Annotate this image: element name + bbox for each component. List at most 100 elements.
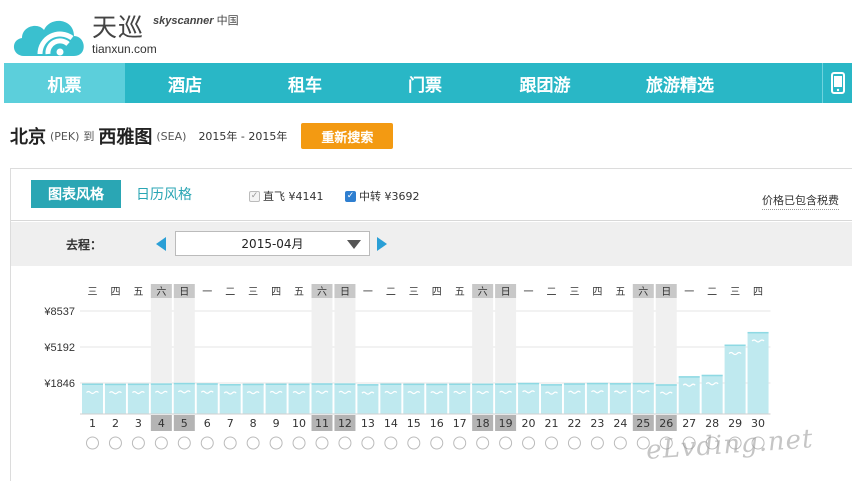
price-bar-top bbox=[173, 382, 195, 385]
price-bar[interactable] bbox=[563, 383, 585, 414]
price-bar[interactable] bbox=[265, 383, 287, 414]
price-bar[interactable] bbox=[127, 383, 149, 414]
day-radio[interactable] bbox=[154, 436, 168, 450]
day-radio[interactable] bbox=[223, 436, 237, 450]
day-label: 7 bbox=[227, 417, 234, 430]
nav-car-rental[interactable]: 租车 bbox=[245, 63, 365, 103]
price-bar-top bbox=[655, 384, 677, 386]
day-radio[interactable] bbox=[177, 436, 191, 450]
transfer-filter[interactable]: ✓ 中转 ¥3692 bbox=[345, 188, 420, 204]
day-radio[interactable] bbox=[131, 436, 145, 450]
mobile-phone-icon[interactable] bbox=[822, 63, 852, 103]
day-radio[interactable] bbox=[567, 436, 581, 450]
direct-checkbox[interactable]: ✓ bbox=[249, 190, 260, 202]
day-radio[interactable] bbox=[545, 436, 558, 450]
price-bar[interactable] bbox=[173, 382, 195, 414]
price-bar-top bbox=[724, 344, 746, 347]
day-radio[interactable] bbox=[246, 436, 260, 450]
y-tick-label: ¥1846 bbox=[43, 378, 75, 390]
price-bar[interactable] bbox=[449, 383, 471, 414]
day-label: 15 bbox=[407, 417, 421, 430]
day-radio[interactable] bbox=[453, 436, 467, 450]
price-bar[interactable] bbox=[150, 383, 172, 414]
price-bar-top bbox=[472, 383, 494, 386]
day-radio[interactable] bbox=[499, 436, 513, 450]
price-bar[interactable] bbox=[518, 382, 540, 414]
day-radio[interactable] bbox=[522, 436, 536, 450]
nav-group-tours[interactable]: 跟团游 bbox=[485, 63, 605, 103]
day-label: 14 bbox=[384, 417, 398, 430]
price-bar[interactable] bbox=[541, 384, 562, 414]
day-radio[interactable] bbox=[476, 436, 490, 450]
price-bar[interactable] bbox=[196, 383, 218, 414]
weekday-label: 六 bbox=[156, 286, 166, 298]
day-label: 11 bbox=[315, 417, 329, 430]
transfer-checkbox[interactable]: ✓ bbox=[345, 190, 356, 202]
price-bar[interactable] bbox=[678, 376, 700, 414]
price-bar[interactable] bbox=[380, 383, 402, 414]
next-month-arrow-icon[interactable] bbox=[377, 237, 387, 251]
day-label: 13 bbox=[361, 417, 375, 430]
price-bar[interactable] bbox=[242, 383, 264, 414]
day-radio[interactable] bbox=[315, 436, 329, 450]
price-bar[interactable] bbox=[104, 383, 126, 414]
cloud-wifi-logo-icon[interactable] bbox=[10, 10, 88, 58]
nav-flights[interactable]: 机票 bbox=[4, 63, 125, 103]
tab-calendar-view[interactable]: 日历风格 bbox=[136, 180, 192, 208]
price-bar[interactable] bbox=[632, 382, 654, 414]
day-radio[interactable] bbox=[384, 436, 398, 450]
day-radio[interactable] bbox=[407, 436, 421, 450]
price-bar[interactable] bbox=[357, 384, 379, 414]
day-radio[interactable] bbox=[200, 436, 214, 450]
weekday-label: 二 bbox=[547, 287, 557, 298]
price-bar[interactable] bbox=[288, 383, 310, 414]
day-label: 2 bbox=[112, 417, 119, 430]
day-radio[interactable] bbox=[108, 436, 122, 450]
day-radio[interactable] bbox=[590, 436, 604, 450]
tab-chart-view[interactable]: 图表风格 bbox=[31, 180, 121, 208]
day-radio[interactable] bbox=[269, 436, 283, 450]
partner-name: skyscanner bbox=[153, 15, 214, 27]
weekday-label: 四 bbox=[110, 287, 120, 298]
nav-tickets[interactable]: 门票 bbox=[365, 63, 485, 103]
price-bar[interactable] bbox=[655, 384, 677, 414]
weekday-label: 一 bbox=[524, 287, 534, 298]
day-label: 26 bbox=[659, 417, 673, 430]
price-bar-top bbox=[242, 383, 264, 386]
day-radio[interactable] bbox=[361, 436, 375, 450]
weekday-label: 日 bbox=[179, 287, 189, 298]
y-tick-label: ¥5192 bbox=[43, 342, 75, 354]
price-bar[interactable] bbox=[495, 383, 517, 414]
day-radio[interactable] bbox=[338, 436, 352, 450]
weekday-label: 五 bbox=[133, 287, 143, 298]
price-bar[interactable] bbox=[426, 383, 448, 414]
nav-travel-picks[interactable]: 旅游精选 bbox=[605, 63, 755, 103]
month-select[interactable]: 2015-04月 bbox=[175, 231, 370, 256]
nav-hotels[interactable]: 酒店 bbox=[125, 63, 245, 103]
price-bar[interactable] bbox=[701, 374, 723, 414]
price-bar[interactable] bbox=[403, 383, 425, 414]
price-bar[interactable] bbox=[334, 383, 356, 414]
day-radio[interactable] bbox=[292, 436, 306, 450]
day-label: 1 bbox=[89, 417, 96, 430]
day-radio[interactable] bbox=[613, 436, 627, 450]
price-bar[interactable] bbox=[472, 383, 494, 414]
day-radio[interactable] bbox=[430, 436, 444, 450]
weekday-label: 一 bbox=[363, 287, 373, 298]
price-bar[interactable] bbox=[747, 331, 769, 414]
day-label: 16 bbox=[430, 417, 444, 430]
research-button[interactable]: 重新搜索 bbox=[301, 123, 394, 149]
price-bar[interactable] bbox=[609, 383, 631, 414]
price-bar[interactable] bbox=[586, 382, 608, 414]
day-radio[interactable] bbox=[86, 436, 99, 450]
direct-filter[interactable]: ✓ 直飞 ¥4141 bbox=[249, 188, 324, 204]
chevron-down-icon bbox=[347, 240, 361, 249]
prev-month-arrow-icon[interactable] bbox=[156, 237, 166, 251]
weekday-label: 日 bbox=[501, 287, 511, 298]
price-bar-top bbox=[678, 376, 700, 378]
price-bar-top bbox=[265, 383, 287, 385]
price-bar[interactable] bbox=[82, 383, 103, 414]
price-bar[interactable] bbox=[311, 383, 333, 414]
price-bar[interactable] bbox=[219, 384, 241, 414]
weekday-label: 四 bbox=[753, 287, 763, 298]
